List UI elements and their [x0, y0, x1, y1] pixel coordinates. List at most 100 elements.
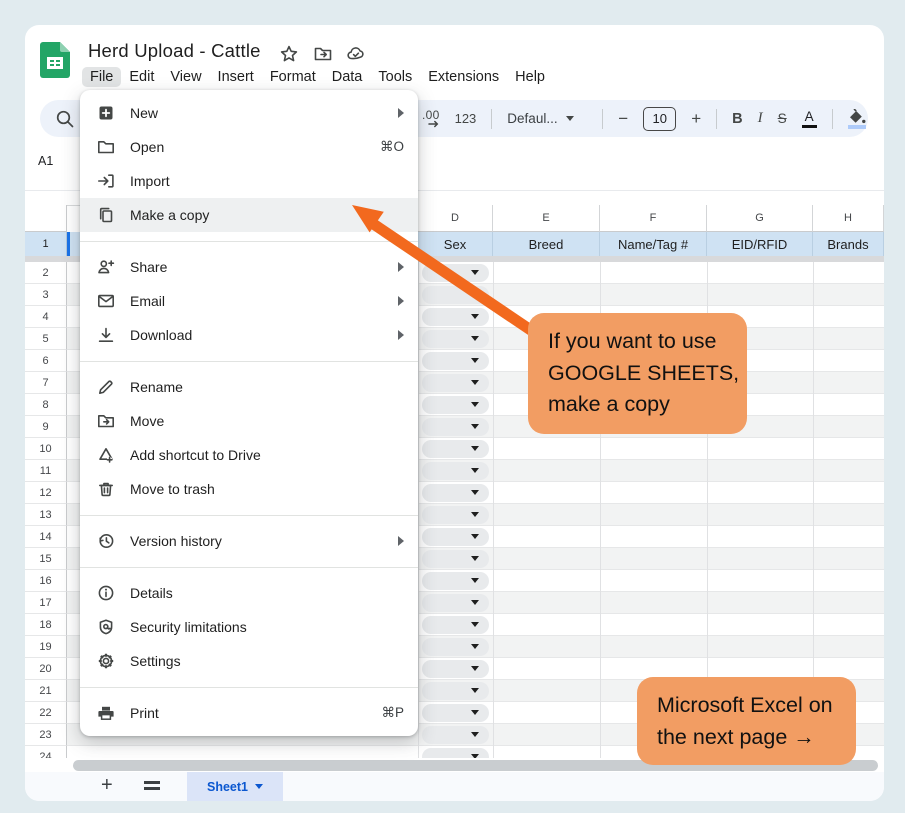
- dropdown-chip-D6[interactable]: [422, 352, 489, 370]
- file-menu-item-download[interactable]: Download: [80, 318, 418, 352]
- google-sheets-logo-icon[interactable]: [40, 42, 70, 78]
- row-header-4[interactable]: 4: [25, 306, 67, 328]
- dropdown-chip-D20[interactable]: [422, 660, 489, 678]
- text-color-button[interactable]: A: [802, 109, 817, 128]
- dropdown-chip-D19[interactable]: [422, 638, 489, 656]
- dropdown-chip-D12[interactable]: [422, 484, 489, 502]
- dropdown-chip-D5[interactable]: [422, 330, 489, 348]
- bold-button[interactable]: B: [732, 111, 742, 127]
- row-header-16[interactable]: 16: [25, 570, 67, 592]
- column-header-E[interactable]: E: [493, 205, 600, 232]
- row-header-14[interactable]: 14: [25, 526, 67, 548]
- row-header-1[interactable]: 1: [25, 232, 67, 256]
- sheet-tab-active[interactable]: Sheet1: [187, 772, 283, 801]
- dropdown-chip-D22[interactable]: [422, 704, 489, 722]
- font-family-select[interactable]: Defaul...: [507, 111, 587, 126]
- file-menu-item-add-shortcut-to-drive[interactable]: Add shortcut to Drive: [80, 438, 418, 472]
- star-icon[interactable]: [279, 44, 299, 64]
- column-header-H[interactable]: H: [813, 205, 884, 232]
- menubar-item-extensions[interactable]: Extensions: [420, 67, 507, 87]
- file-menu-item-details[interactable]: Details: [80, 576, 418, 610]
- dropdown-chip-D17[interactable]: [422, 594, 489, 612]
- file-menu-item-import[interactable]: Import: [80, 164, 418, 198]
- dropdown-chip-D24[interactable]: [422, 748, 489, 758]
- row-header-2[interactable]: 2: [25, 262, 67, 284]
- row-header-23[interactable]: 23: [25, 724, 67, 746]
- number-format-button[interactable]: 123: [455, 111, 477, 126]
- header-cell-H1[interactable]: Brands: [813, 232, 884, 256]
- dropdown-chip-D15[interactable]: [422, 550, 489, 568]
- increase-font-size-button[interactable]: +: [691, 109, 701, 129]
- dropdown-chip-D2[interactable]: [422, 264, 489, 282]
- row-header-22[interactable]: 22: [25, 702, 67, 724]
- menubar-item-edit[interactable]: Edit: [121, 67, 162, 87]
- row-header-9[interactable]: 9: [25, 416, 67, 438]
- italic-button[interactable]: I: [758, 110, 763, 127]
- font-size-input[interactable]: 10: [643, 107, 676, 131]
- dropdown-chip-D14[interactable]: [422, 528, 489, 546]
- row-header-17[interactable]: 17: [25, 592, 67, 614]
- header-cell-F1[interactable]: Name/Tag #: [600, 232, 707, 256]
- row-header-18[interactable]: 18: [25, 614, 67, 636]
- cloud-check-icon[interactable]: [346, 44, 366, 64]
- row-header-8[interactable]: 8: [25, 394, 67, 416]
- row-header-15[interactable]: 15: [25, 548, 67, 570]
- header-cell-G1[interactable]: EID/RFID: [707, 232, 813, 256]
- file-menu-item-settings[interactable]: Settings: [80, 644, 418, 678]
- file-menu-item-email[interactable]: Email: [80, 284, 418, 318]
- dropdown-chip-D3[interactable]: [422, 286, 489, 304]
- add-sheet-button[interactable]: +: [101, 774, 113, 797]
- menubar-item-help[interactable]: Help: [507, 67, 553, 87]
- file-menu-item-move[interactable]: Move: [80, 404, 418, 438]
- column-header-D[interactable]: D: [418, 205, 493, 232]
- dropdown-chip-D4[interactable]: [422, 308, 489, 326]
- row-header-11[interactable]: 11: [25, 460, 67, 482]
- row-header-5[interactable]: 5: [25, 328, 67, 350]
- row-header-20[interactable]: 20: [25, 658, 67, 680]
- file-menu-item-new[interactable]: New: [80, 96, 418, 130]
- name-box[interactable]: A1: [38, 154, 53, 168]
- row-header-21[interactable]: 21: [25, 680, 67, 702]
- file-menu-item-share[interactable]: Share: [80, 250, 418, 284]
- menubar-item-format[interactable]: Format: [262, 67, 324, 87]
- strikethrough-button[interactable]: S: [778, 111, 787, 126]
- file-menu-item-print[interactable]: Print⌘P: [80, 696, 418, 730]
- search-icon[interactable]: [54, 108, 76, 130]
- grid-corner-cell[interactable]: [25, 205, 67, 232]
- file-menu-item-move-to-trash[interactable]: Move to trash: [80, 472, 418, 506]
- all-sheets-menu-icon[interactable]: [144, 781, 160, 793]
- dropdown-chip-D7[interactable]: [422, 374, 489, 392]
- dropdown-chip-D11[interactable]: [422, 462, 489, 480]
- dropdown-chip-D13[interactable]: [422, 506, 489, 524]
- file-menu-item-rename[interactable]: Rename: [80, 370, 418, 404]
- file-menu-item-open[interactable]: Open⌘O: [80, 130, 418, 164]
- dropdown-chip-D16[interactable]: [422, 572, 489, 590]
- menubar-item-insert[interactable]: Insert: [210, 67, 262, 87]
- dropdown-chip-D21[interactable]: [422, 682, 489, 700]
- column-header-G[interactable]: G: [707, 205, 813, 232]
- menubar-item-file[interactable]: File: [82, 67, 121, 87]
- file-menu-item-make-a-copy[interactable]: Make a copy: [80, 198, 418, 232]
- row-header-10[interactable]: 10: [25, 438, 67, 460]
- fill-color-button[interactable]: [848, 109, 866, 129]
- menubar-item-view[interactable]: View: [162, 67, 209, 87]
- dropdown-chip-D9[interactable]: [422, 418, 489, 436]
- move-to-folder-icon[interactable]: [313, 44, 333, 64]
- menubar-item-tools[interactable]: Tools: [370, 67, 420, 87]
- row-header-19[interactable]: 19: [25, 636, 67, 658]
- dropdown-chip-D23[interactable]: [422, 726, 489, 744]
- row-header-12[interactable]: 12: [25, 482, 67, 504]
- decrease-font-size-button[interactable]: −: [618, 109, 628, 129]
- header-cell-D1[interactable]: Sex: [418, 232, 493, 256]
- document-title[interactable]: Herd Upload - Cattle: [88, 40, 261, 62]
- header-cell-E1[interactable]: Breed: [493, 232, 600, 256]
- file-menu-item-version-history[interactable]: Version history: [80, 524, 418, 558]
- file-menu-item-security-limitations[interactable]: Security limitations: [80, 610, 418, 644]
- decrease-decimal-button[interactable]: .00: [422, 110, 440, 128]
- menubar-item-data[interactable]: Data: [324, 67, 371, 87]
- row-header-7[interactable]: 7: [25, 372, 67, 394]
- row-header-13[interactable]: 13: [25, 504, 67, 526]
- row-header-6[interactable]: 6: [25, 350, 67, 372]
- row-header-24[interactable]: 24: [25, 746, 67, 758]
- dropdown-chip-D10[interactable]: [422, 440, 489, 458]
